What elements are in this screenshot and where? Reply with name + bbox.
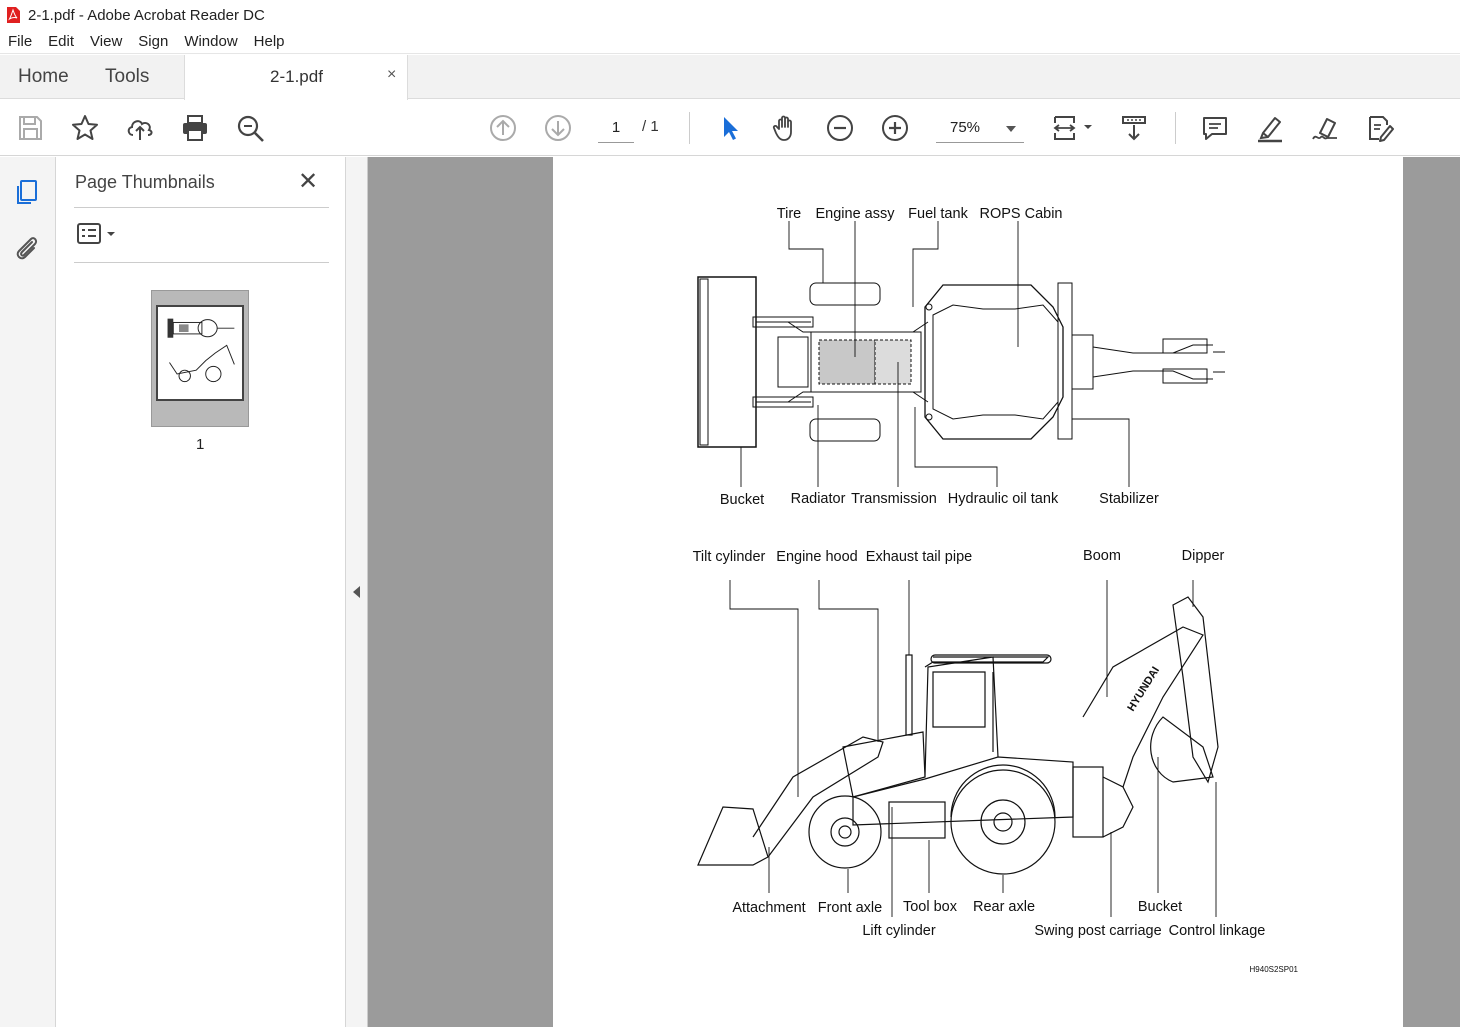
label-rear-axle: Rear axle xyxy=(973,899,1035,915)
page-down-icon[interactable] xyxy=(541,111,575,145)
menu-help[interactable]: Help xyxy=(246,33,293,50)
label-tilt-cylinder: Tilt cylinder xyxy=(693,549,766,565)
brand-hyundai: HYUNDAI xyxy=(1125,665,1162,714)
label-transmission: Transmission xyxy=(851,491,937,507)
star-icon[interactable] xyxy=(68,111,102,145)
thumbnail-options-icon[interactable] xyxy=(76,221,120,247)
label-bucket-side: Bucket xyxy=(1138,899,1182,915)
menu-view[interactable]: View xyxy=(82,33,130,50)
menu-bar: File Edit View Sign Window Help xyxy=(0,30,1460,54)
page-thumbnails-icon[interactable] xyxy=(12,177,42,207)
label-tire: Tire xyxy=(777,206,801,222)
label-engine-assy: Engine assy xyxy=(816,206,896,222)
title-bar: 2-1.pdf - Adobe Acrobat Reader DC xyxy=(0,0,1460,30)
label-dipper: Dipper xyxy=(1182,548,1225,564)
panel-divider xyxy=(74,207,329,208)
page-number-input[interactable]: 1 xyxy=(598,113,634,143)
tab-tools[interactable]: Tools xyxy=(105,66,149,88)
tab-document-label: 2-1.pdf xyxy=(270,67,323,86)
window-title: 2-1.pdf - Adobe Acrobat Reader DC xyxy=(28,6,265,24)
toolbar: 1 / 1 75% xyxy=(0,100,1460,156)
zoom-in-icon[interactable] xyxy=(878,111,912,145)
label-swing-post-carriage: Swing post carriage xyxy=(1034,923,1161,939)
pdf-page: Tire Engine assy Fuel tank ROPS Cabin Bu… xyxy=(553,157,1403,1027)
print-icon[interactable] xyxy=(178,111,212,145)
menu-file[interactable]: File xyxy=(0,33,40,50)
scroll-icon[interactable] xyxy=(1117,111,1151,145)
select-arrow-icon[interactable] xyxy=(713,111,747,145)
highlight-icon[interactable] xyxy=(1253,111,1287,145)
search-zoom-icon[interactable] xyxy=(233,111,267,145)
zoom-select[interactable]: 75% xyxy=(936,113,1024,143)
left-rail xyxy=(0,157,56,1027)
label-fuel-tank: Fuel tank xyxy=(908,206,968,222)
label-control-linkage: Control linkage xyxy=(1169,923,1266,939)
label-tool-box: Tool box xyxy=(903,899,958,915)
zoom-value: 75% xyxy=(950,119,981,136)
label-exhaust-tail-pipe: Exhaust tail pipe xyxy=(866,549,972,565)
panel-close-icon[interactable]: ✕ xyxy=(298,167,318,196)
panel-divider xyxy=(74,262,329,263)
chevron-left-icon xyxy=(353,586,360,598)
label-boom: Boom xyxy=(1083,548,1121,564)
label-rops-cabin: ROPS Cabin xyxy=(979,206,1062,222)
zoom-out-icon[interactable] xyxy=(823,111,857,145)
tab-document[interactable]: 2-1.pdf × xyxy=(184,55,408,100)
backhoe-loader-diagram: Tire Engine assy Fuel tank ROPS Cabin Bu… xyxy=(693,206,1299,974)
tab-home[interactable]: Home xyxy=(18,66,69,88)
page-up-icon[interactable] xyxy=(486,111,520,145)
attachment-icon[interactable] xyxy=(12,233,42,263)
label-front-axle: Front axle xyxy=(818,900,882,916)
upload-icon[interactable] xyxy=(123,111,157,145)
panel-title: Page Thumbnails xyxy=(75,172,215,192)
label-lift-cylinder: Lift cylinder xyxy=(862,923,936,939)
panel-collapse-handle[interactable] xyxy=(346,157,368,1027)
toolbar-divider xyxy=(689,112,690,144)
thumbnail-page-number: 1 xyxy=(196,436,205,453)
label-radiator: Radiator xyxy=(791,491,846,507)
label-engine-hood: Engine hood xyxy=(776,549,857,565)
tab-close-icon[interactable]: × xyxy=(387,66,396,84)
page-thumbnails-panel: Page Thumbnails ✕ 1 xyxy=(56,157,346,1027)
toolbar-divider xyxy=(1175,112,1176,144)
page-total: / 1 xyxy=(642,118,659,135)
label-hydraulic-oil-tank: Hydraulic oil tank xyxy=(948,491,1059,507)
figure-code: H940S2SP01 xyxy=(1250,965,1299,974)
document-viewer[interactable]: Tire Engine assy Fuel tank ROPS Cabin Bu… xyxy=(368,157,1460,1027)
label-bucket-top: Bucket xyxy=(720,492,764,508)
tab-bar: Home Tools 2-1.pdf × xyxy=(0,55,1460,100)
hand-icon[interactable] xyxy=(768,111,802,145)
comment-icon[interactable] xyxy=(1198,111,1232,145)
save-icon[interactable] xyxy=(13,111,47,145)
page-thumbnail[interactable] xyxy=(151,290,249,427)
label-stabilizer: Stabilizer xyxy=(1099,491,1159,507)
sign-icon[interactable] xyxy=(1308,111,1342,145)
thumbnail-preview xyxy=(156,305,244,401)
chevron-down-icon xyxy=(1006,126,1016,132)
menu-sign[interactable]: Sign xyxy=(130,33,176,50)
menu-window[interactable]: Window xyxy=(176,33,245,50)
fit-page-icon[interactable] xyxy=(1048,111,1096,145)
menu-edit[interactable]: Edit xyxy=(40,33,82,50)
label-attachment: Attachment xyxy=(732,900,805,916)
acrobat-pdf-icon xyxy=(7,7,20,23)
edit-pdf-icon[interactable] xyxy=(1363,111,1397,145)
